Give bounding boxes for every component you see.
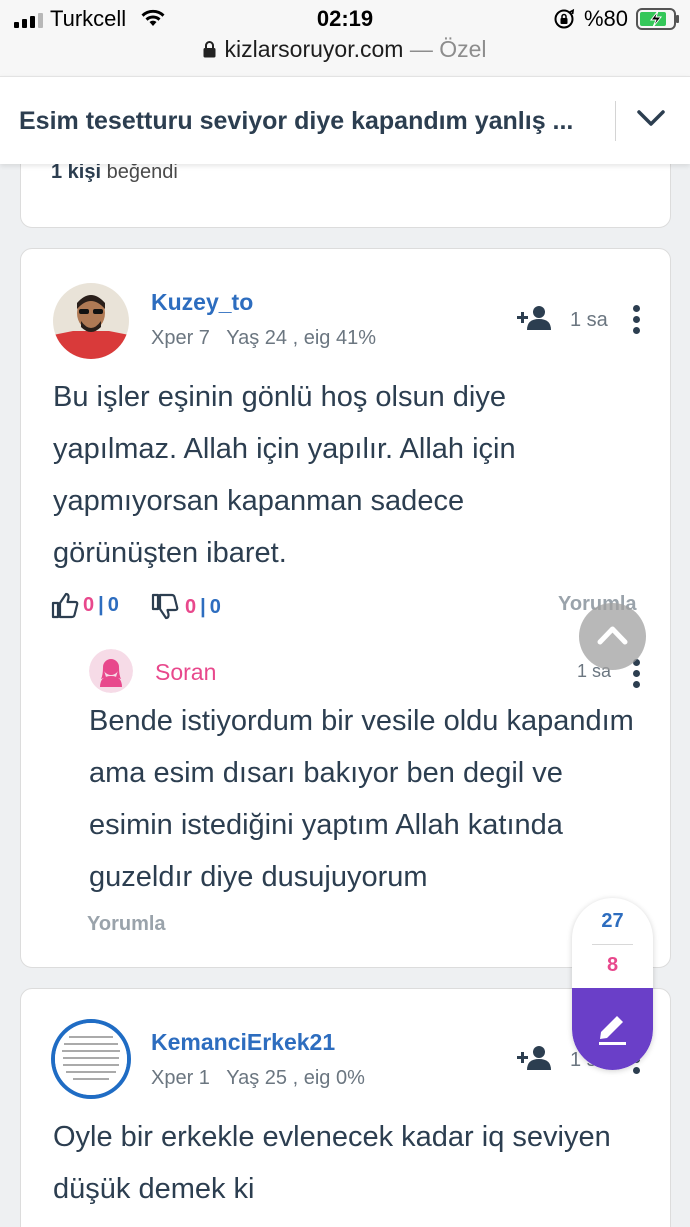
like-button[interactable]: 0 | 0 [51,591,119,619]
add-user-icon[interactable] [517,305,553,331]
thumbs-down-icon [151,593,179,620]
question-header: Esim tesetturu seviyor diye kapandım yan… [0,76,690,164]
status-bar: Turkcell 02:19 %80 [0,0,690,36]
vote-separator: | [98,593,104,616]
chevron-up-icon [597,626,628,645]
question-vote-widget: 27 8 [572,898,653,1070]
more-vertical-icon[interactable] [633,305,641,335]
answer-text: Oyle bir erkekle evlenecek kadar iq sevi… [53,1121,611,1205]
add-user-icon[interactable] [517,1045,553,1071]
address-bar[interactable]: kizlarsoruyor.com — Özel [0,36,690,76]
likes-summary: 1 kişi beğendi [51,161,178,184]
answer-card: Kuzey_to Xper 7 Yaş 24 , eig 41% 1 sa Bu… [20,248,671,968]
chevron-down-icon[interactable] [636,107,666,131]
avatar[interactable] [51,1019,131,1099]
lock-icon [203,41,216,58]
like-count-a: 0 [83,593,95,616]
answer-time: 1 sa [570,309,608,331]
battery-percent: %80 [584,6,629,31]
upvote-count[interactable]: 27 [572,910,653,933]
orientation-lock-icon [554,8,575,29]
dislike-button[interactable]: 0 | 0 [151,593,221,621]
answer-username[interactable]: Kuzey_to [151,289,253,316]
xper-level: Xper 1 [151,1067,210,1089]
downvote-count[interactable]: 8 [572,954,653,977]
likes-text: beğendi [106,161,178,183]
question-title[interactable]: Esim tesetturu seviyor diye kapandım yan… [19,107,599,136]
asker-username[interactable]: Soran [155,659,216,686]
asker-avatar[interactable] [89,649,133,693]
reply-text: Bende istiyordum bir vesile oldu kapandı… [89,705,634,893]
age-info: Yaş 24 , eig 41% [226,327,376,349]
url-domain: kizlarsoruyor.com [224,36,404,62]
write-answer-button[interactable] [572,988,653,1070]
dislike-count-a: 0 [185,595,197,618]
age-info: Yaş 25 , eig 0% [226,1067,365,1089]
answer-text: Bu işler eşinin gönlü hoş olsun diye yap… [53,381,516,569]
avatar[interactable] [53,283,129,359]
answer-username[interactable]: KemanciErkek21 [151,1029,335,1056]
vote-separator: | [200,595,206,618]
battery-charging-icon [636,8,679,30]
scroll-to-top-button[interactable] [579,603,646,670]
likes-count: 1 kişi [51,161,102,183]
thumbs-up-icon [51,592,79,619]
dislike-count-b: 0 [209,595,221,618]
header-divider [615,101,616,141]
reply-comment-link[interactable]: Yorumla [87,913,166,936]
answer-meta: Xper 7 Yaş 24 , eig 41% [151,327,376,350]
vote-divider [592,944,633,945]
xper-level: Xper 7 [151,327,210,349]
like-count-b: 0 [107,593,119,616]
pencil-icon [599,1016,626,1045]
private-mode-label: — Özel [409,36,487,62]
answer-meta: Xper 1 Yaş 25 , eig 0% [151,1067,365,1090]
